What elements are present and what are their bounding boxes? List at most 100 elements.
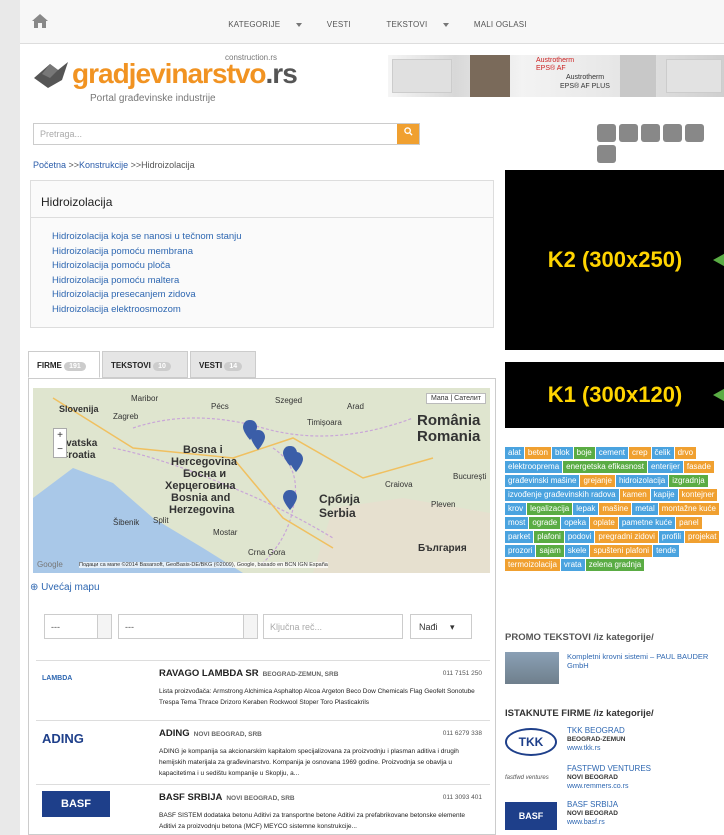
- tab-tekstovi[interactable]: TEKSTOVI 10: [102, 351, 188, 378]
- tag-link[interactable]: montažne kuće: [658, 503, 720, 515]
- tag-link[interactable]: most: [505, 517, 529, 529]
- tag-link[interactable]: krov: [505, 503, 527, 515]
- tag-link[interactable]: kontejner: [678, 489, 718, 501]
- tag-link[interactable]: oplate: [590, 517, 618, 529]
- chevron-down-icon: [243, 615, 257, 638]
- tag-link[interactable]: kapije: [650, 489, 678, 501]
- search-icon: [403, 127, 413, 136]
- subcategory-link[interactable]: Hidroizolacija elektroosmozom: [52, 303, 472, 318]
- tag-link[interactable]: drvo: [674, 447, 697, 459]
- ad-k2[interactable]: K2 (300x250): [505, 170, 724, 350]
- tag-link[interactable]: projekat: [685, 531, 720, 543]
- tag-link[interactable]: opeka: [561, 517, 590, 529]
- breadcrumb-konstrukcije[interactable]: Konstrukcije: [79, 160, 128, 170]
- nav-kategorije[interactable]: KATEGORIJE: [217, 20, 303, 29]
- search-button[interactable]: [397, 124, 419, 144]
- tag-link[interactable]: tende: [653, 545, 680, 557]
- tag-link[interactable]: panel: [676, 517, 702, 529]
- tag-link[interactable]: hidroizolacija: [615, 475, 669, 487]
- featured-firm[interactable]: fastfwd ventures FASTFWD VENTURES NOVI B…: [505, 764, 724, 798]
- nav-tekstovi[interactable]: TEKSTOVI: [375, 20, 450, 29]
- tag-link[interactable]: kamen: [619, 489, 650, 501]
- map[interactable]: Slovenija Zagreb Hrvatska Croatia Bosna …: [33, 388, 490, 573]
- tag-link[interactable]: enterijer: [647, 461, 683, 473]
- tag-link[interactable]: čelik: [651, 447, 674, 459]
- filter-select-1[interactable]: ---: [44, 614, 112, 639]
- featured-firm[interactable]: TKK TKK BEOGRAD BEOGRAD-ZEMUN www.tkk.rs: [505, 726, 724, 760]
- keyword-input[interactable]: Ključna reč...: [263, 614, 403, 639]
- breadcrumb-home[interactable]: Početna: [33, 160, 66, 170]
- tag-link[interactable]: metal: [632, 503, 658, 515]
- tab-firme[interactable]: FIRME 191: [28, 351, 100, 378]
- tag-link[interactable]: cement: [595, 447, 628, 459]
- ad-k1[interactable]: K1 (300x120): [505, 362, 724, 428]
- map-type-control[interactable]: Мапа | Сателит: [425, 393, 486, 404]
- filter-select-2[interactable]: ---: [118, 614, 258, 639]
- tag-link[interactable]: prozori: [505, 545, 536, 557]
- tag-link[interactable]: plafoni: [534, 531, 564, 543]
- list-item[interactable]: ADING ADING NOVI BEOGRAD, SRB 011 6279 33…: [36, 720, 490, 784]
- tag-link[interactable]: vrata: [560, 559, 585, 571]
- arrow-left-icon: [713, 250, 724, 270]
- subcategory-link[interactable]: Hidroizolacija koja se nanosi u tečnom s…: [52, 230, 472, 245]
- chevron-down-icon: [97, 615, 111, 638]
- tag-link[interactable]: energetska efikasnost: [563, 461, 647, 473]
- tag-link[interactable]: mašine: [599, 503, 632, 515]
- subcategory-link[interactable]: Hidroizolacija pomoću membrana: [52, 245, 472, 260]
- breadcrumb-current: Hidroizolacija: [141, 160, 195, 170]
- map-marker-icon[interactable]: [251, 430, 265, 450]
- tag-link[interactable]: podovi: [564, 531, 595, 543]
- tab-vesti[interactable]: VESTI 14: [190, 351, 256, 378]
- subcategory-link[interactable]: Hidroizolacija pomoću maltera: [52, 274, 472, 289]
- search-submit-button[interactable]: Nađi ▾: [410, 614, 472, 639]
- tag-link[interactable]: grejanje: [580, 475, 615, 487]
- map-marker-icon[interactable]: [283, 490, 297, 510]
- tag-link[interactable]: boje: [573, 447, 595, 459]
- firm-logo: ADING: [42, 731, 84, 746]
- tag-link[interactable]: građevinski mašine: [505, 475, 580, 487]
- firm-name[interactable]: BASF SRBIJA: [159, 792, 222, 803]
- featured-firm[interactable]: BASF BASF SRBIJA NOVI BEOGRAD www.basf.r…: [505, 800, 724, 834]
- tag-link[interactable]: zelena gradnja: [585, 559, 645, 571]
- tag-link[interactable]: blok: [551, 447, 573, 459]
- tag-link[interactable]: crep: [628, 447, 651, 459]
- tag-link[interactable]: termoizolacija: [505, 559, 560, 571]
- subcategory-link[interactable]: Hidroizolacija presecanjem zidova: [52, 288, 472, 303]
- chevron-down-icon: [296, 22, 303, 27]
- site-logo[interactable]: construction.rs gradjevinarstvo.rs Porta…: [30, 50, 300, 112]
- list-item[interactable]: BASF BASF SRBIJA NOVI BEOGRAD, SRB 011 30…: [36, 784, 490, 835]
- promo-title[interactable]: Kompletni krovni sistemi – PAUL BAUDER G…: [567, 652, 721, 670]
- tag-link[interactable]: profili: [658, 531, 684, 543]
- tag-link[interactable]: pregradni zidovi: [595, 531, 658, 543]
- tag-link[interactable]: parket: [505, 531, 534, 543]
- tag-link[interactable]: fasade: [683, 461, 714, 473]
- tag-link[interactable]: legalizacija: [527, 503, 573, 515]
- tag-link[interactable]: spušteni plafoni: [590, 545, 653, 557]
- search-bar: Pretraga...: [33, 123, 420, 145]
- zoom-in-icon: ⊕: [30, 582, 42, 593]
- tag-link[interactable]: alat: [505, 447, 524, 459]
- tag-link[interactable]: lepak: [573, 503, 599, 515]
- firm-name[interactable]: ADING: [159, 728, 190, 739]
- firm-phone: 011 6279 338: [442, 730, 482, 737]
- tag-link[interactable]: elektrooprema: [505, 461, 563, 473]
- search-input[interactable]: Pretraga...: [40, 129, 82, 139]
- tag-link[interactable]: beton: [524, 447, 551, 459]
- map-zoom-control[interactable]: + −: [53, 428, 67, 458]
- list-item[interactable]: LAMBDA RAVAGO LAMBDA SR BEOGRAD-ZEMUN, SR…: [36, 660, 490, 720]
- tag-link[interactable]: ograde: [529, 517, 561, 529]
- firm-name[interactable]: RAVAGO LAMBDA SR: [159, 668, 259, 679]
- firm-phone: 011 7151 250: [442, 670, 482, 677]
- enlarge-map-link[interactable]: ⊕ Uvećaj mapu: [30, 582, 100, 593]
- arrow-left-icon: [713, 385, 724, 405]
- subcategory-link[interactable]: Hidroizolacija pomoću ploča: [52, 259, 472, 274]
- tag-link[interactable]: izvođenje građevinskih radova: [505, 489, 619, 501]
- map-marker-icon[interactable]: [289, 452, 303, 472]
- tag-link[interactable]: izgradnja: [669, 475, 708, 487]
- nav-vesti[interactable]: VESTI: [327, 20, 351, 29]
- tag-link[interactable]: sajam: [536, 545, 564, 557]
- promo-item[interactable]: Kompletni krovni sistemi – PAUL BAUDER G…: [505, 650, 724, 690]
- subcategory-list: Hidroizolacija koja se nanosi u tečnom s…: [31, 218, 493, 329]
- tag-link[interactable]: skele: [564, 545, 590, 557]
- tag-link[interactable]: pametne kuće: [618, 517, 676, 529]
